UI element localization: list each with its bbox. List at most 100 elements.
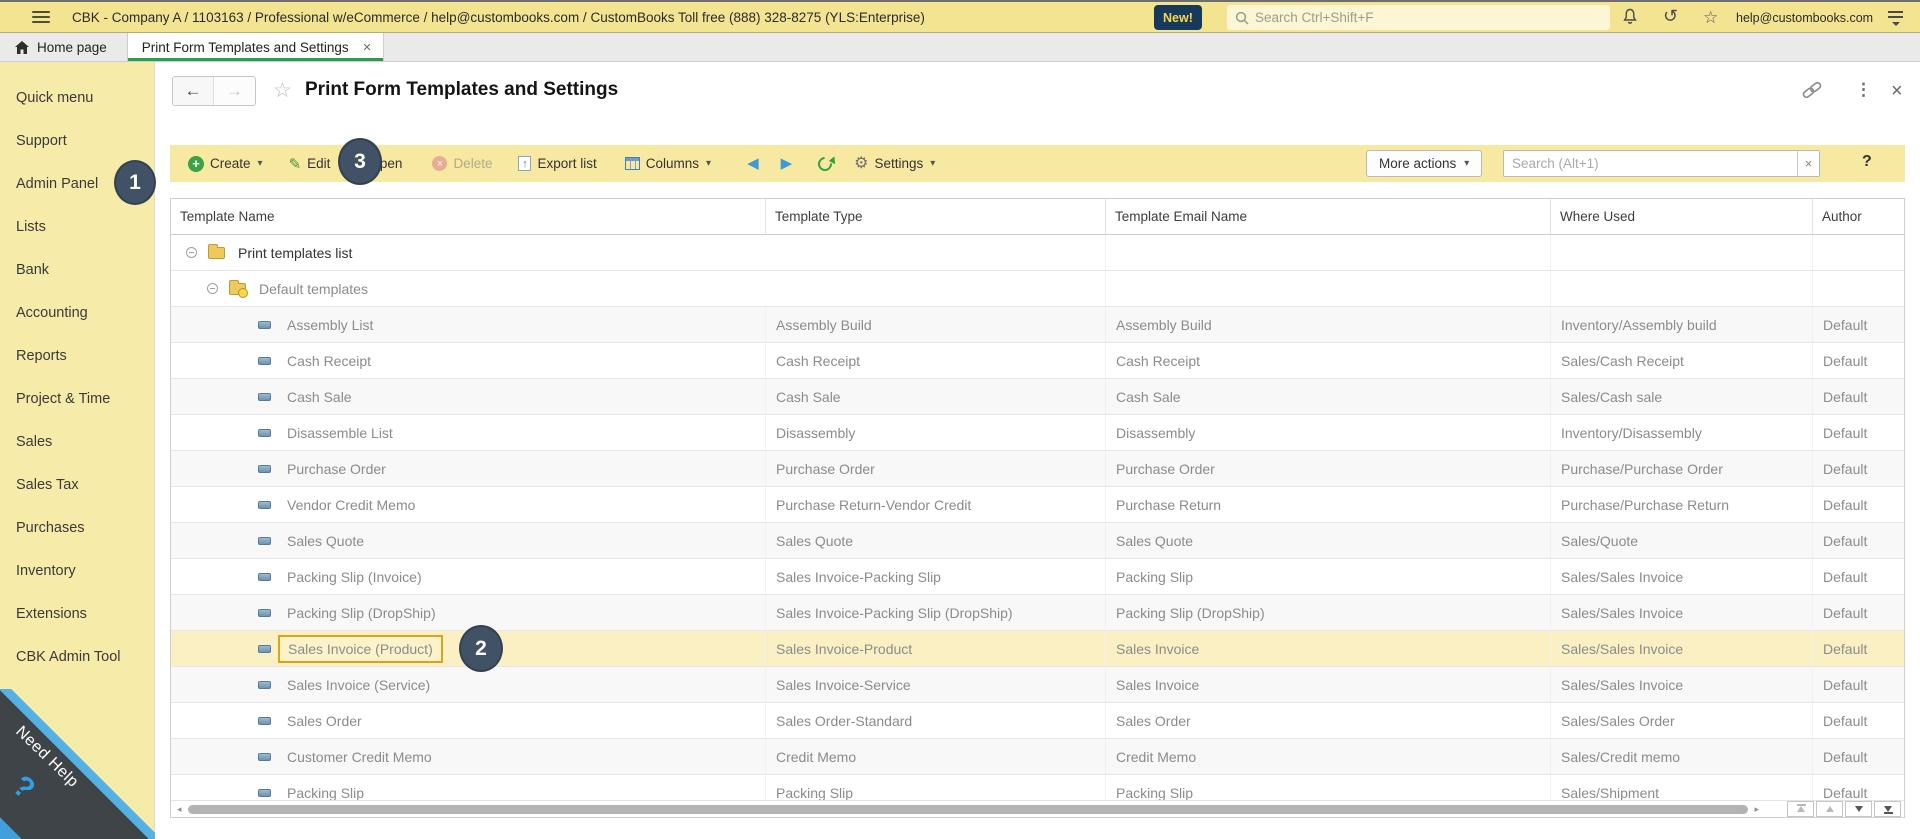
sidebar-item-accounting[interactable]: Accounting xyxy=(0,291,154,334)
hamburger-menu-icon[interactable] xyxy=(32,11,50,23)
group-row-default-templates[interactable]: Default templates xyxy=(171,271,1904,307)
plus-icon: + xyxy=(188,155,204,172)
table-row[interactable]: Disassemble List Disassembly Disassembly… xyxy=(171,415,1904,451)
sidebar-item-support[interactable]: Support xyxy=(0,119,154,162)
edit-button[interactable]: ✎ Edit xyxy=(289,155,331,173)
scrollbar-thumb[interactable] xyxy=(187,804,1748,814)
forward-button[interactable]: → xyxy=(214,77,255,105)
table-row[interactable]: Assembly List Assembly Build Assembly Bu… xyxy=(171,307,1904,343)
col-template-email-name[interactable]: Template Email Name xyxy=(1106,199,1551,234)
arrow-left-icon: ◀ xyxy=(747,155,759,172)
sidebar-item-purchases[interactable]: Purchases xyxy=(0,506,154,549)
columns-button[interactable]: Columns ▾ xyxy=(624,156,711,171)
scroll-to-bottom-button[interactable] xyxy=(1874,801,1901,817)
templates-table: Template Name Template Type Template Ema… xyxy=(170,198,1905,818)
sidebar-item-extensions[interactable]: Extensions xyxy=(0,592,154,635)
col-where-used[interactable]: Where Used xyxy=(1551,199,1813,234)
template-icon xyxy=(258,392,271,401)
collapse-icon[interactable] xyxy=(207,283,218,294)
table-row[interactable]: Customer Credit Memo Credit Memo Credit … xyxy=(171,739,1904,775)
list-search: × xyxy=(1503,150,1820,177)
scroll-right-icon[interactable]: ▸ xyxy=(1755,804,1760,814)
group-row-print-templates-list[interactable]: Print templates list xyxy=(171,235,1904,271)
close-form-icon[interactable]: × xyxy=(1891,80,1903,103)
template-icon xyxy=(258,536,271,545)
main-panel: ← → ☆ Print Form Templates and Settings … xyxy=(155,62,1920,839)
sidebar-item-project-time[interactable]: Project & Time xyxy=(0,377,154,420)
horizontal-scrollbar[interactable]: ◂ ▸ xyxy=(171,800,1904,817)
delete-button[interactable]: × Delete xyxy=(432,156,492,171)
sidebar-item-sales-tax[interactable]: Sales Tax xyxy=(0,463,154,506)
template-icon xyxy=(258,320,271,329)
tab-active-label: Print Form Templates and Settings xyxy=(141,39,349,55)
template-icon xyxy=(258,680,271,689)
table-row-selected[interactable]: Sales Invoice (Product) Sales Invoice-Pr… xyxy=(171,631,1904,667)
refresh-icon xyxy=(815,153,836,174)
global-search-input[interactable] xyxy=(1255,10,1585,25)
col-template-type[interactable]: Template Type xyxy=(766,199,1106,234)
scroll-left-icon[interactable]: ◂ xyxy=(177,804,182,814)
sidebar-item-quick-menu[interactable]: Quick menu xyxy=(0,76,154,119)
sidebar-item-cbk-admin-tool[interactable]: CBK Admin Tool xyxy=(0,635,154,678)
create-button[interactable]: + Create ▾ xyxy=(188,155,263,172)
sidebar-item-reports[interactable]: Reports xyxy=(0,334,154,377)
toolbar: + Create ▾ ✎ Edit Open × Delete ↑ Export… xyxy=(170,145,1905,182)
scroll-to-top-button[interactable] xyxy=(1787,801,1814,817)
copy-link-icon[interactable] xyxy=(1800,80,1824,105)
table-row[interactable]: Packing Slip (DropShip) Sales Invoice-Pa… xyxy=(171,595,1904,631)
tab-print-form-templates[interactable]: Print Form Templates and Settings × xyxy=(126,33,385,61)
sidebar-item-inventory[interactable]: Inventory xyxy=(0,549,154,592)
global-search[interactable] xyxy=(1227,5,1610,30)
navigate-left-button[interactable]: ◀ xyxy=(747,156,759,171)
sidebar-item-bank[interactable]: Bank xyxy=(0,248,154,291)
folder-icon xyxy=(208,243,225,259)
search-icon xyxy=(1235,11,1249,25)
help-button[interactable]: ? xyxy=(1862,153,1872,171)
user-account-link[interactable]: help@custombooks.com xyxy=(1736,11,1873,25)
caret-down-icon: ▾ xyxy=(257,158,263,169)
new-badge[interactable]: New! xyxy=(1154,5,1202,30)
list-search-input[interactable] xyxy=(1504,151,1797,176)
annotation-step-1: 1 xyxy=(114,160,156,205)
table-row[interactable]: Vendor Credit Memo Purchase Return-Vendo… xyxy=(171,487,1904,523)
template-icon xyxy=(258,464,271,473)
table-row[interactable]: Sales Invoice (Service) Sales Invoice-Se… xyxy=(171,667,1904,703)
collapse-icon[interactable] xyxy=(186,247,197,258)
table-body: Print templates list Default templates A… xyxy=(171,235,1904,811)
notifications-bell-icon[interactable] xyxy=(1622,8,1638,31)
history-icon[interactable]: ↺ xyxy=(1663,7,1678,25)
table-row[interactable]: Cash Receipt Cash Receipt Cash Receipt S… xyxy=(171,343,1904,379)
table-row[interactable]: Packing Slip (Invoice) Sales Invoice-Pac… xyxy=(171,559,1904,595)
caret-down-icon: ▾ xyxy=(930,158,936,169)
template-icon xyxy=(258,644,271,653)
sidebar-item-lists[interactable]: Lists xyxy=(0,205,154,248)
sidebar-item-sales[interactable]: Sales xyxy=(0,420,154,463)
refresh-button[interactable] xyxy=(815,153,836,174)
close-tab-icon[interactable]: × xyxy=(361,39,374,56)
favorite-page-star-icon[interactable]: ☆ xyxy=(273,78,292,103)
table-row[interactable]: Sales Quote Sales Quote Sales Quote Sale… xyxy=(171,523,1904,559)
need-help-ribbon[interactable]: Need Help ? xyxy=(0,689,160,839)
back-button[interactable]: ← xyxy=(173,77,214,105)
more-menu-kebab-icon[interactable]: ⋮ xyxy=(1855,80,1872,100)
navigate-right-button[interactable]: ▶ xyxy=(781,156,793,171)
scroll-up-button[interactable] xyxy=(1816,801,1843,817)
service-menu-icon[interactable] xyxy=(1888,11,1903,26)
col-author[interactable]: Author xyxy=(1813,199,1904,234)
scroll-down-button[interactable] xyxy=(1845,801,1872,817)
settings-button[interactable]: ⚙ Settings ▾ xyxy=(854,155,936,172)
tab-home-page[interactable]: Home page xyxy=(0,33,127,61)
app-window: CBK - Company A / 1103163 / Professional… xyxy=(0,0,1920,839)
table-row[interactable]: Purchase Order Purchase Order Purchase O… xyxy=(171,451,1904,487)
export-list-button[interactable]: ↑ Export list xyxy=(518,156,597,171)
columns-grid-icon xyxy=(624,157,640,170)
template-icon xyxy=(258,572,271,581)
template-icon xyxy=(258,500,271,509)
favorites-star-icon[interactable]: ☆ xyxy=(1703,8,1718,27)
tab-bar: Home page Print Form Templates and Setti… xyxy=(0,33,1920,62)
more-actions-button[interactable]: More actions ▾ xyxy=(1366,150,1483,177)
table-row[interactable]: Cash Sale Cash Sale Cash Sale Sales/Cash… xyxy=(171,379,1904,415)
col-template-name[interactable]: Template Name xyxy=(171,199,766,234)
clear-search-icon[interactable]: × xyxy=(1797,151,1819,176)
table-row[interactable]: Sales Order Sales Order-Standard Sales O… xyxy=(171,703,1904,739)
